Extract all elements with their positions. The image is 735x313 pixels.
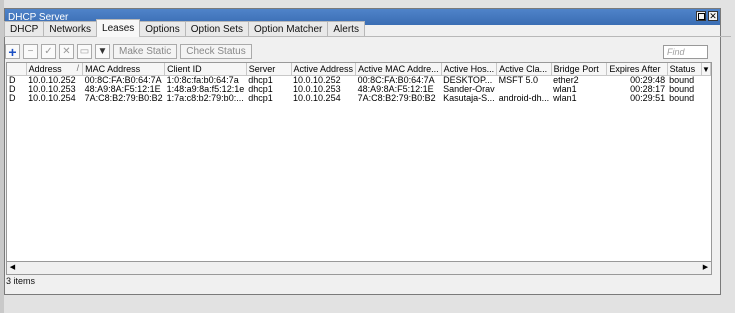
scroll-right-icon[interactable]: ▶ [701, 263, 710, 272]
restore-window-icon[interactable] [696, 11, 706, 21]
horizontal-scrollbar[interactable]: ◀ ▶ [6, 262, 712, 275]
cell-client-id: 1:48:a9:8a:f5:12:1e [166, 85, 245, 94]
col-status[interactable]: Status [667, 63, 703, 76]
cell-address: 10.0.10.252 [28, 75, 76, 85]
cell-active-host: DESKTOP... [443, 75, 493, 85]
cell-address: 10.0.10.253 [28, 85, 76, 94]
cell-active-mac: 7A:C8:B2:79:B0:B2 [357, 94, 436, 103]
cell-server: dhcp1 [248, 94, 273, 103]
col-active-address[interactable]: Active Address [291, 63, 357, 76]
col-flag[interactable] [7, 63, 27, 76]
cell-flag: D [9, 94, 16, 103]
col-mac-address[interactable]: MAC Address [82, 63, 166, 76]
cell-status: bound [669, 94, 695, 103]
cell-mac: 48:A9:8A:F5:12:1E [84, 85, 161, 94]
remove-icon[interactable]: − [23, 44, 38, 59]
table-row[interactable]: D 10.0.10.253 48:A9:8A:F5:12:1E 1:48:a9:… [7, 85, 711, 94]
tab-leases[interactable]: Leases [96, 19, 141, 37]
cell-expires: 00:28:17 [630, 85, 666, 94]
sort-indicator-icon: / [76, 63, 80, 73]
tab-alerts[interactable]: Alerts [327, 21, 365, 37]
cell-flag: D [9, 75, 16, 85]
cell-server: dhcp1 [248, 85, 273, 94]
cell-active-class: android-dh... [498, 94, 550, 103]
find-input[interactable]: Find [663, 44, 708, 59]
cell-mac: 7A:C8:B2:79:B0:B2 [84, 94, 163, 103]
leases-table: Address / MAC Address Client ID Server Ac… [6, 62, 712, 262]
col-active-host[interactable]: Active Hos... [441, 63, 498, 76]
cell-expires: 00:29:51 [630, 94, 666, 103]
col-active-mac[interactable]: Active MAC Addre... [355, 63, 442, 76]
cell-server: dhcp1 [248, 75, 273, 85]
table-header: Address / MAC Address Client ID Server Ac… [7, 63, 711, 76]
comment-icon[interactable]: ▭ [77, 44, 92, 59]
cell-spacer [702, 94, 711, 103]
col-server[interactable]: Server [246, 63, 292, 76]
col-client-id[interactable]: Client ID [164, 63, 247, 76]
cell-status: bound [669, 75, 695, 85]
tab-option-sets[interactable]: Option Sets [184, 21, 250, 37]
column-menu-icon[interactable]: ▼ [701, 63, 711, 76]
table-row[interactable]: D 10.0.10.252 00:8C:FA:B0:64:7A 1:0:8c:f… [7, 76, 711, 86]
tab-bar: DHCP Networks Leases Options Option Sets… [4, 19, 365, 37]
check-status-button[interactable]: Check Status [180, 44, 252, 59]
cell-expires: 00:29:48 [630, 75, 666, 85]
cell-bridge-port: wlan1 [553, 94, 577, 103]
tab-networks[interactable]: Networks [43, 21, 98, 37]
cell-bridge-port: wlan1 [553, 85, 577, 94]
cell-active-mac: 48:A9:8A:F5:12:1E [357, 85, 434, 94]
cell-bridge-port: ether2 [553, 75, 579, 85]
col-bridge-port[interactable]: Bridge Port [551, 63, 608, 76]
cell-active-address: 10.0.10.254 [293, 94, 341, 103]
tab-options[interactable]: Options [139, 21, 186, 37]
cell-address: 10.0.10.254 [28, 94, 76, 103]
cell-active-address: 10.0.10.253 [293, 85, 341, 94]
col-active-class[interactable]: Active Cla... [496, 63, 552, 76]
scroll-left-icon[interactable]: ◀ [8, 263, 17, 272]
cell-spacer [702, 76, 711, 86]
col-address[interactable]: Address / [26, 63, 84, 76]
make-static-button[interactable]: Make Static [113, 44, 178, 59]
cell-client-id: 1:7a:c8:b2:79:b0:... [166, 94, 244, 103]
cell-active-host: Sander-Orav [443, 85, 495, 94]
cell-mac: 00:8C:FA:B0:64:7A [84, 75, 162, 85]
cell-active-address: 10.0.10.252 [293, 75, 341, 85]
enable-icon[interactable]: ✓ [41, 44, 56, 59]
cell-active-class: MSFT 5.0 [498, 75, 538, 85]
cell-active-mac: 00:8C:FA:B0:64:7A [357, 75, 435, 85]
cell-client-id: 1:0:8c:fa:b0:64:7a [166, 75, 239, 85]
disable-icon[interactable]: ✕ [59, 44, 74, 59]
cell-status: bound [669, 85, 695, 94]
cell-spacer [702, 85, 711, 94]
toolbar: + − ✓ ✕ ▭ ▼ Make Static Check Status Fin… [5, 42, 711, 61]
filter-icon[interactable]: ▼ [95, 44, 110, 59]
add-icon[interactable]: + [5, 44, 20, 59]
tab-option-matcher[interactable]: Option Matcher [248, 21, 329, 37]
tab-dhcp[interactable]: DHCP [4, 21, 45, 37]
item-count: 3 items [6, 276, 36, 286]
close-icon[interactable]: ✕ [708, 11, 718, 21]
col-expires-after[interactable]: Expires After [606, 63, 668, 76]
cell-flag: D [9, 85, 16, 94]
cell-active-class [497, 85, 552, 94]
table-row[interactable]: D 10.0.10.254 7A:C8:B2:79:B0:B2 1:7a:c8:… [7, 94, 711, 103]
cell-active-host: Kasutaja-S... [443, 94, 495, 103]
